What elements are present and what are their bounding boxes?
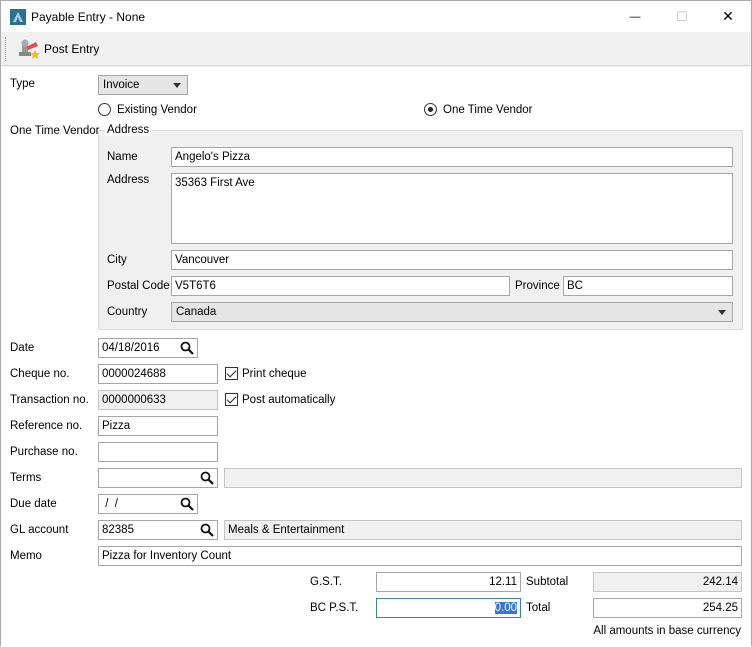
province-label: Province <box>515 280 560 292</box>
search-icon[interactable] <box>180 341 194 355</box>
total-value: 254.25 <box>593 598 742 618</box>
close-button[interactable]: ✕ <box>705 1 751 32</box>
postal-code-input[interactable]: V5T6T6 <box>171 276 510 296</box>
toolbar: Post Entry <box>1 32 751 66</box>
search-icon[interactable] <box>200 523 214 537</box>
one-time-vendor-radio-circle <box>424 103 437 116</box>
terms-description <box>224 468 742 488</box>
gl-account-description: Meals & Entertainment <box>224 520 742 540</box>
base-currency-note: All amounts in base currency <box>593 625 741 637</box>
due-date-label: Due date <box>10 498 57 510</box>
terms-input[interactable] <box>98 468 218 488</box>
existing-vendor-radio[interactable]: Existing Vendor <box>98 103 197 116</box>
type-select[interactable]: Invoice <box>98 75 188 95</box>
memo-input[interactable]: Pizza for Inventory Count <box>98 546 742 566</box>
due-date-value: / / <box>102 498 118 510</box>
country-select[interactable]: Canada <box>171 302 733 322</box>
type-select-value: Invoice <box>103 79 140 91</box>
existing-vendor-radio-circle <box>98 103 111 116</box>
date-label: Date <box>10 342 35 354</box>
city-label: City <box>107 254 127 266</box>
name-input[interactable]: Angelo's Pizza <box>171 147 733 167</box>
date-value: 04/18/2016 <box>102 342 160 354</box>
stamp-icon <box>19 39 40 59</box>
type-label: Type <box>10 78 35 90</box>
memo-label: Memo <box>10 550 42 562</box>
existing-vendor-label: Existing Vendor <box>117 103 197 116</box>
payable-entry-window: Payable Entry - None — ☐ ✕ Post Entry Ty… <box>0 0 752 647</box>
gst-label: G.S.T. <box>310 576 342 588</box>
date-input[interactable]: 04/18/2016 <box>98 338 198 358</box>
search-icon[interactable] <box>180 497 194 511</box>
bc-pst-label: BC P.S.T. <box>310 602 359 614</box>
purchase-no-input[interactable] <box>98 442 218 462</box>
window-title: Payable Entry - None <box>31 10 146 24</box>
address-group-label: Address <box>105 124 152 136</box>
city-input[interactable]: Vancouver <box>171 250 733 270</box>
print-cheque-check-box <box>225 367 238 380</box>
post-automatically-label: Post automatically <box>242 393 336 406</box>
print-cheque-checkbox[interactable]: Print cheque <box>225 367 307 380</box>
gst-input[interactable]: 12.11 <box>376 572 521 592</box>
postal-code-label: Postal Code <box>107 280 170 292</box>
maximize-button[interactable]: ☐ <box>659 1 705 32</box>
terms-label: Terms <box>10 472 42 484</box>
cheque-no-label: Cheque no. <box>10 368 70 380</box>
reference-no-label: Reference no. <box>10 420 83 432</box>
post-entry-button[interactable]: Post Entry <box>16 36 99 62</box>
maximize-icon: ☐ <box>676 8 688 24</box>
minimize-icon: — <box>629 10 641 23</box>
one-time-vendor-radio[interactable]: One Time Vendor <box>424 103 533 116</box>
transaction-no-label: Transaction no. <box>10 394 89 406</box>
country-select-value: Canada <box>176 306 217 318</box>
title-bar: Payable Entry - None — ☐ ✕ <box>1 1 751 32</box>
subtotal-value: 242.14 <box>593 572 742 592</box>
bc-pst-value: 0.00 <box>494 602 517 614</box>
post-automatically-checkbox[interactable]: Post automatically <box>225 393 335 406</box>
toolbar-grip[interactable] <box>5 37 7 61</box>
app-icon <box>10 9 26 25</box>
total-label: Total <box>526 602 551 614</box>
search-icon[interactable] <box>200 471 214 485</box>
post-automatically-check-box <box>225 393 238 406</box>
chevron-down-icon <box>173 83 181 88</box>
one-time-vendor-label: One Time Vendor <box>10 125 100 137</box>
reference-no-input[interactable]: Pizza <box>98 416 218 436</box>
minimize-button[interactable]: — <box>612 1 658 32</box>
chevron-down-icon <box>718 310 726 315</box>
close-icon: ✕ <box>722 8 734 24</box>
due-date-input[interactable]: / / <box>98 494 198 514</box>
name-label: Name <box>107 151 138 163</box>
entry-form: Type Invoice Existing Vendor One Time Ve… <box>1 67 751 647</box>
subtotal-label: Subtotal <box>526 576 569 588</box>
gl-account-label: GL account <box>10 524 69 536</box>
purchase-no-label: Purchase no. <box>10 446 78 458</box>
gl-account-value: 82385 <box>102 524 134 536</box>
cheque-no-input[interactable]: 0000024688 <box>98 364 218 384</box>
address-textarea[interactable]: 35363 First Ave <box>171 173 733 244</box>
address-label: Address <box>107 174 150 186</box>
transaction-no-input: 0000000633 <box>98 390 218 410</box>
bc-pst-input[interactable]: 0.00 <box>376 598 521 618</box>
province-input[interactable]: BC <box>563 276 733 296</box>
gl-account-input[interactable]: 82385 <box>98 520 218 540</box>
post-entry-label: Post Entry <box>44 42 100 56</box>
country-label: Country <box>107 306 148 318</box>
print-cheque-label: Print cheque <box>242 367 307 380</box>
one-time-vendor-radio-label: One Time Vendor <box>443 103 533 116</box>
